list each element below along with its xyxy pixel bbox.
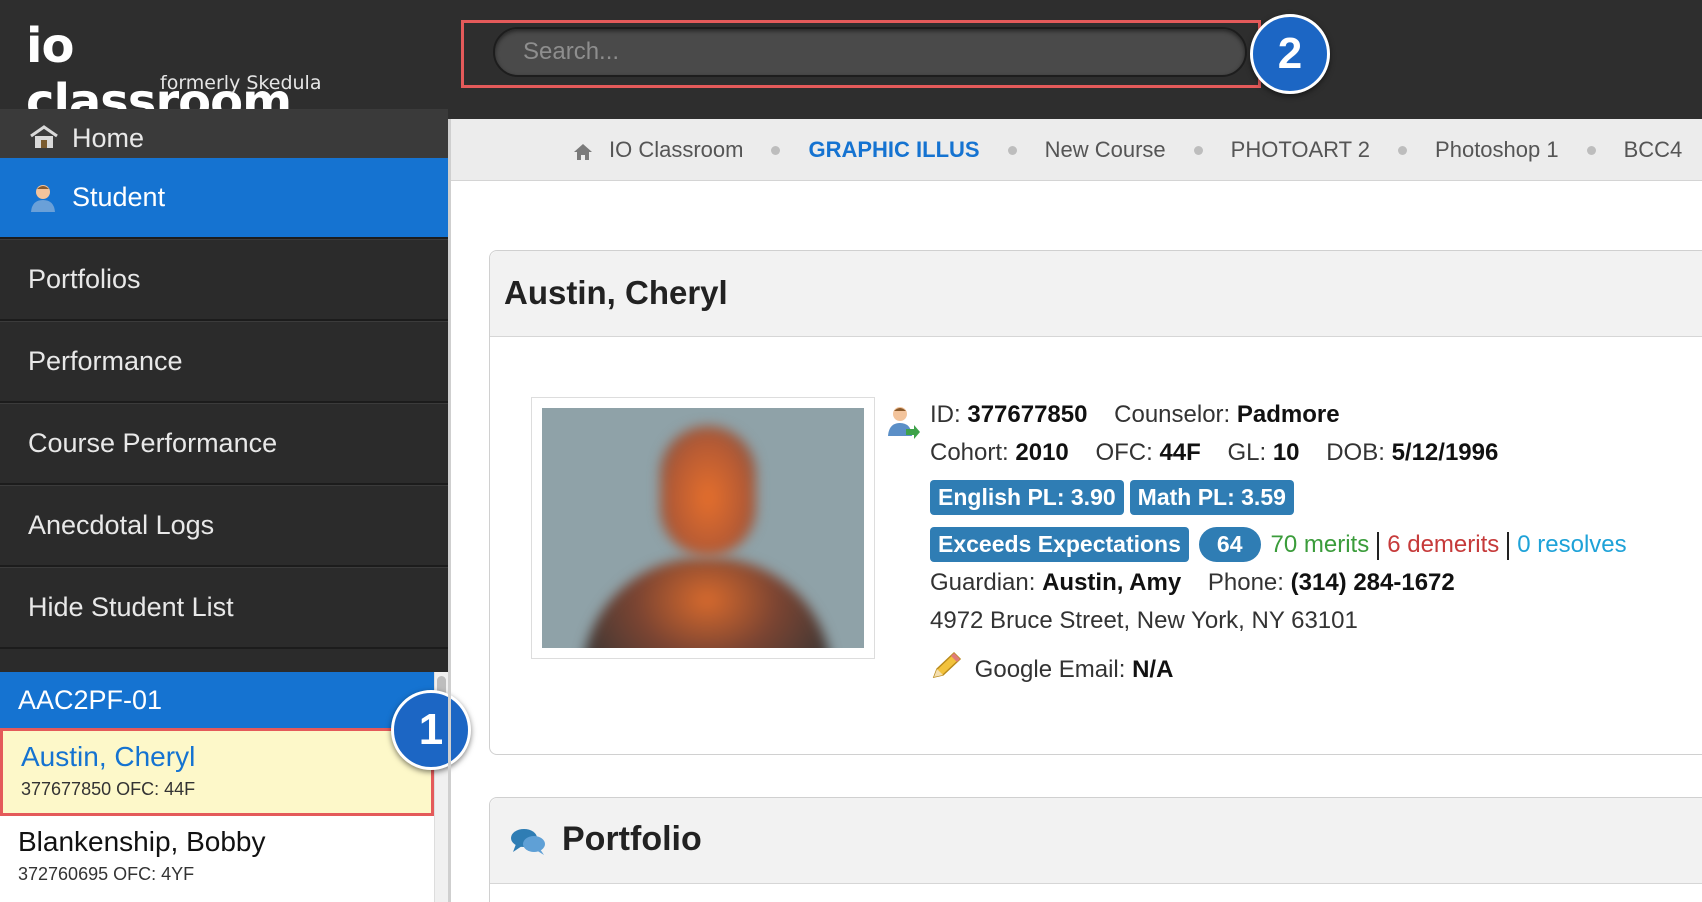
student-icon xyxy=(28,183,60,213)
student-list-item-selected[interactable]: Austin, Cheryl 377677850 OFC: 44F xyxy=(0,728,434,816)
student-list: Austin, Cheryl 377677850 OFC: 44F Blanke… xyxy=(0,728,434,902)
merits-link[interactable]: 70 merits xyxy=(1271,531,1370,558)
breadcrumb-separator xyxy=(1193,145,1203,155)
breadcrumb-item[interactable]: IO Classroom xyxy=(609,137,743,163)
dob-label: DOB: xyxy=(1326,439,1385,466)
phone-value: (314) 284-1672 xyxy=(1290,569,1455,596)
demerits-link[interactable]: 6 demerits xyxy=(1387,531,1499,558)
portfolio-title: Portfolio xyxy=(562,820,702,858)
score-badge: 64 xyxy=(1198,527,1261,562)
student-profile-icon xyxy=(886,405,920,439)
breadcrumb-item-current[interactable]: GRAPHIC ILLUS xyxy=(808,137,979,163)
cohort-label: Cohort: xyxy=(930,439,1009,466)
sidebar-item-performance[interactable]: Performance xyxy=(0,321,448,403)
counselor-name: Padmore xyxy=(1236,401,1340,428)
cohort-value: 2010 xyxy=(1015,439,1069,466)
class-code: AAC2PF-01 xyxy=(18,684,163,715)
student-name: Blankenship, Bobby xyxy=(18,826,266,857)
separator xyxy=(1507,531,1510,560)
breadcrumb-trail: IO Classroom GRAPHIC ILLUS New Course PH… xyxy=(573,119,1682,181)
breadcrumb: IO Classroom GRAPHIC ILLUS New Course PH… xyxy=(451,119,1702,181)
sidebar-item-label: Student xyxy=(72,182,166,212)
page-title: Austin, Cheryl xyxy=(504,274,728,311)
breadcrumb-item[interactable]: PHOTOART 2 xyxy=(1231,137,1370,163)
io-classroom-logo[interactable]: io classroom formerly Skedula xyxy=(26,14,326,130)
ofc-label: OFC: xyxy=(1095,439,1153,466)
resolves-link[interactable]: 0 resolves xyxy=(1517,531,1626,558)
guardian-label: Guardian: xyxy=(930,569,1036,596)
math-pl-badge: Math PL: 3.59 xyxy=(1129,480,1294,515)
student-name: Austin, Cheryl xyxy=(21,741,196,772)
gl-label: GL: xyxy=(1227,439,1267,466)
sidebar-item-anecdotal-logs[interactable]: Anecdotal Logs xyxy=(0,485,448,567)
breadcrumb-separator xyxy=(771,145,781,155)
breadcrumb-item[interactable]: New Course xyxy=(1045,137,1166,163)
top-bar: io classroom formerly Skedula 2 xyxy=(0,0,1702,130)
logo-sub-text: formerly Skedula xyxy=(160,72,322,94)
breadcrumb-separator xyxy=(1586,145,1596,155)
counselor-label: Counselor: xyxy=(1114,401,1231,428)
sidebar-divider xyxy=(448,119,451,902)
sidebar-item-label: Home xyxy=(72,123,145,153)
breadcrumb-item[interactable]: BCC4 xyxy=(1624,137,1683,163)
id-label: ID: xyxy=(930,401,961,428)
id-counselor-line: ID: 377677850 Counselor: Padmore xyxy=(930,401,1340,429)
student-photo-frame xyxy=(531,397,875,659)
sidebar-item-course-performance[interactable]: Course Performance xyxy=(0,403,448,485)
profile-panel-header: Austin, Cheryl xyxy=(490,251,1702,337)
google-email-label: Google Email: xyxy=(974,656,1126,683)
home-icon[interactable] xyxy=(573,141,593,160)
behavior-line: Exceeds Expectations 64 70 merits 6 demerit… xyxy=(930,527,1627,562)
home-icon xyxy=(28,124,60,154)
sidebar-item-label: Hide Student List xyxy=(28,592,234,622)
sidebar-item-label: Anecdotal Logs xyxy=(28,510,215,540)
guardian-line: Guardian: Austin, Amy Phone: (314) 284-1… xyxy=(930,569,1455,597)
breadcrumb-separator xyxy=(1007,145,1017,155)
student-meta: 372760695 OFC: 4YF xyxy=(18,864,195,884)
portfolio-panel: Portfolio xyxy=(489,797,1702,902)
portfolio-panel-header: Portfolio xyxy=(490,798,1702,884)
sidebar-item-student[interactable]: Student xyxy=(0,157,448,239)
dob-value: 5/12/1996 xyxy=(1391,439,1499,466)
class-section-header[interactable]: AAC2PF-01 xyxy=(0,672,434,728)
callout-badge-1: 1 xyxy=(391,690,471,770)
photo-head-blur xyxy=(660,426,756,556)
breadcrumb-item[interactable]: Photoshop 1 xyxy=(1435,137,1559,163)
sidebar-item-label: Course Performance xyxy=(28,428,278,458)
search-input[interactable] xyxy=(493,27,1247,77)
callout-badge-2: 2 xyxy=(1250,14,1330,94)
sidebar: Home Student Portfolios Performance Cour… xyxy=(0,109,448,672)
cohort-line: Cohort: 2010 OFC: 44F GL: 10 DOB: 5/12/1… xyxy=(930,439,1498,467)
expectation-badge: Exceeds Expectations xyxy=(930,527,1189,562)
pl-tags-line: English PL: 3.90 Math PL: 3.59 xyxy=(930,480,1300,515)
google-email-line: Google Email: N/A xyxy=(930,651,1173,684)
english-pl-badge: English PL: 3.90 xyxy=(930,480,1124,515)
photo-body-blur xyxy=(582,558,832,648)
student-photo xyxy=(542,408,864,648)
student-meta: 377677850 OFC: 44F xyxy=(21,779,196,799)
google-email-value: N/A xyxy=(1132,656,1174,683)
chat-bubbles-icon xyxy=(510,826,546,856)
sidebar-item-hide-student-list[interactable]: Hide Student List xyxy=(0,567,448,649)
gl-value: 10 xyxy=(1272,439,1300,466)
breadcrumb-separator xyxy=(1398,145,1408,155)
guardian-name: Austin, Amy xyxy=(1042,569,1182,596)
ofc-value: 44F xyxy=(1159,439,1201,466)
pencil-icon[interactable] xyxy=(930,651,964,681)
student-list-item[interactable]: Blankenship, Bobby 372760695 OFC: 4YF xyxy=(0,816,434,902)
sidebar-item-label: Portfolios xyxy=(28,264,141,294)
address-line: 4972 Bruce Street, New York, NY 63101 xyxy=(930,607,1358,634)
student-profile-panel: Austin, Cheryl ID: 377677850 Counselor: … xyxy=(489,250,1702,755)
student-id: 377677850 xyxy=(967,401,1088,428)
phone-label: Phone: xyxy=(1207,569,1284,596)
sidebar-item-portfolios[interactable]: Portfolios xyxy=(0,239,448,321)
separator xyxy=(1377,531,1380,560)
sidebar-item-label: Performance xyxy=(28,346,183,376)
